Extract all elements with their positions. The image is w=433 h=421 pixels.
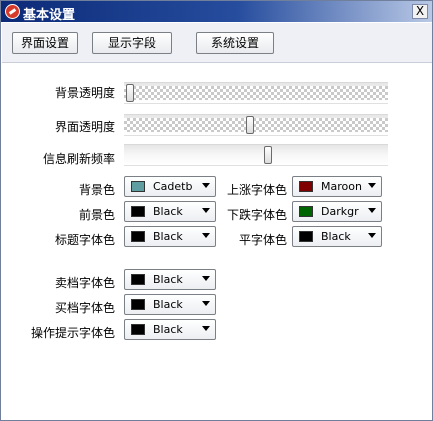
foreground-color-label: 前景色 xyxy=(78,208,115,222)
window-title: 基本设置 xyxy=(23,8,76,23)
color-value: Cadetb xyxy=(153,180,193,193)
color-value: Maroon xyxy=(321,180,362,193)
chevron-down-icon xyxy=(368,233,376,238)
slider-thumb[interactable] xyxy=(246,116,254,134)
sell-font-color-select[interactable]: Black xyxy=(124,269,216,290)
chevron-down-icon xyxy=(368,208,376,213)
rise-font-color-select[interactable]: Maroon xyxy=(292,176,382,197)
hint-font-color-select[interactable]: Black xyxy=(124,319,216,340)
sell-font-color-label: 卖档字体色 xyxy=(54,276,115,290)
interface-opacity-label: 界面透明度 xyxy=(54,120,115,134)
color-value: Black xyxy=(153,298,183,311)
color-swatch xyxy=(299,206,313,217)
foreground-color-select[interactable]: Black xyxy=(124,201,216,222)
color-swatch xyxy=(131,299,145,310)
slider-thumb[interactable] xyxy=(126,84,134,102)
slider-track xyxy=(124,86,388,100)
title-font-color-select[interactable]: Black xyxy=(124,226,216,247)
chevron-down-icon xyxy=(202,183,210,188)
color-value: Black xyxy=(153,323,183,336)
color-value: Black xyxy=(153,230,183,243)
tab-toolbar: 界面设置 显示字段 系统设置 xyxy=(2,23,432,63)
color-value: Black xyxy=(153,205,183,218)
color-swatch xyxy=(131,274,145,285)
color-value: Black xyxy=(321,230,351,243)
buy-font-color-select[interactable]: Black xyxy=(124,294,216,315)
color-swatch xyxy=(131,231,145,242)
tab-interface-settings[interactable]: 界面设置 xyxy=(12,32,78,54)
app-icon xyxy=(5,4,20,19)
refresh-rate-label: 信息刷新频率 xyxy=(42,152,115,166)
chevron-down-icon xyxy=(202,276,210,281)
color-swatch xyxy=(131,206,145,217)
close-button[interactable]: X xyxy=(412,4,428,19)
color-swatch xyxy=(299,231,313,242)
slider-track xyxy=(124,118,388,132)
chevron-down-icon xyxy=(202,301,210,306)
chevron-down-icon xyxy=(202,326,210,331)
refresh-rate-slider[interactable] xyxy=(124,144,388,166)
background-opacity-slider[interactable] xyxy=(124,82,388,104)
buy-font-color-label: 买档字体色 xyxy=(54,301,115,315)
fall-font-color-label: 下跌字体色 xyxy=(226,208,287,222)
chevron-down-icon xyxy=(368,183,376,188)
chevron-down-icon xyxy=(202,208,210,213)
settings-window: 基本设置 X 界面设置 显示字段 系统设置 背景透明度 界面透明度 信息刷新频率… xyxy=(0,0,433,421)
tab-system-settings[interactable]: 系统设置 xyxy=(196,32,274,54)
color-swatch xyxy=(131,181,145,192)
slider-thumb[interactable] xyxy=(264,146,272,164)
flat-font-color-label: 平字体色 xyxy=(238,233,287,247)
interface-opacity-slider[interactable] xyxy=(124,114,388,136)
background-color-label: 背景色 xyxy=(78,183,115,197)
color-value: Black xyxy=(153,273,183,286)
chevron-down-icon xyxy=(202,233,210,238)
title-bar[interactable]: 基本设置 X xyxy=(1,1,432,23)
background-opacity-label: 背景透明度 xyxy=(54,86,115,100)
title-font-color-label: 标题字体色 xyxy=(54,233,115,247)
hint-font-color-label: 操作提示字体色 xyxy=(30,326,115,340)
background-color-select[interactable]: Cadetb xyxy=(124,176,216,197)
fall-font-color-select[interactable]: Darkgr xyxy=(292,201,382,222)
flat-font-color-select[interactable]: Black xyxy=(292,226,382,247)
color-swatch xyxy=(299,181,313,192)
color-swatch xyxy=(131,324,145,335)
rise-font-color-label: 上涨字体色 xyxy=(226,183,287,197)
tab-display-fields[interactable]: 显示字段 xyxy=(92,32,172,54)
color-value: Darkgr xyxy=(321,205,359,218)
